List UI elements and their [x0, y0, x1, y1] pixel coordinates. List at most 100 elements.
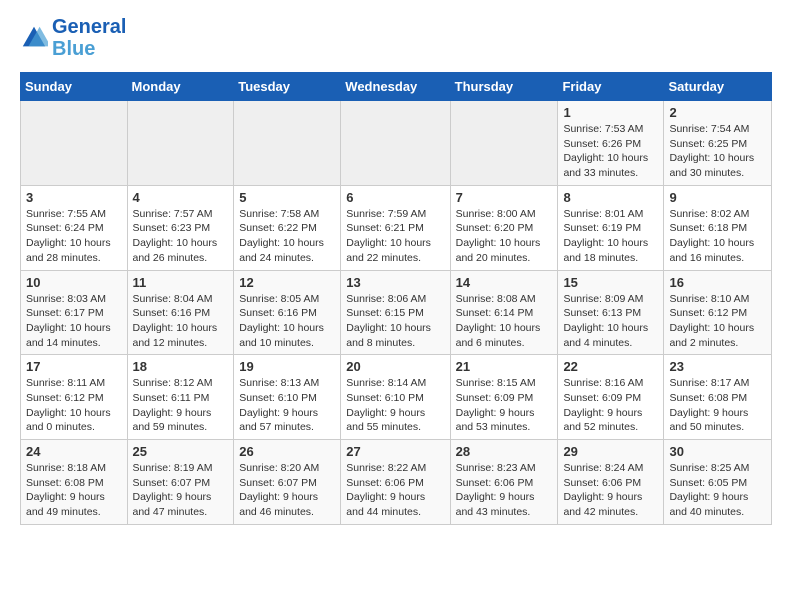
day-number: 20: [346, 359, 444, 374]
calendar-cell: 4 Sunrise: 7:57 AM Sunset: 6:23 PM Daylig…: [127, 185, 234, 270]
day-info: Sunrise: 8:15 AM Sunset: 6:09 PM Dayligh…: [456, 376, 553, 435]
calendar-cell: 23 Sunrise: 8:17 AM Sunset: 6:08 PM Dayli…: [664, 355, 772, 440]
day-number: 4: [133, 190, 229, 205]
day-number: 1: [563, 105, 658, 120]
day-info: Sunrise: 8:13 AM Sunset: 6:10 PM Dayligh…: [239, 376, 335, 435]
day-info: Sunrise: 8:01 AM Sunset: 6:19 PM Dayligh…: [563, 207, 658, 266]
day-number: 16: [669, 275, 766, 290]
week-row-2: 3Sunrise: 7:55 AM Sunset: 6:24 PM Daylig…: [21, 185, 772, 270]
day-info: Sunrise: 8:18 AM Sunset: 6:08 PM Dayligh…: [26, 461, 122, 520]
day-info: Sunrise: 7:58 AM Sunset: 6:22 PM Dayligh…: [239, 207, 335, 266]
calendar-cell: 27Sunrise: 8:22 AM Sunset: 6:06 PM Dayli…: [341, 440, 450, 525]
day-info: Sunrise: 8:04 AM Sunset: 6:16 PM Dayligh…: [133, 292, 229, 351]
weekday-tuesday: Tuesday: [234, 73, 341, 101]
day-number: 17: [26, 359, 122, 374]
day-info: Sunrise: 8:00 AM Sunset: 6:20 PM Dayligh…: [456, 207, 553, 266]
day-number: 24: [26, 444, 122, 459]
day-number: 28: [456, 444, 553, 459]
calendar-cell: 3Sunrise: 7:55 AM Sunset: 6:24 PM Daylig…: [21, 185, 128, 270]
day-number: 9: [669, 190, 766, 205]
calendar-cell: 13Sunrise: 8:06 AM Sunset: 6:15 PM Dayli…: [341, 270, 450, 355]
day-number: 10: [26, 275, 122, 290]
day-number: 19: [239, 359, 335, 374]
calendar-cell: 10 Sunrise: 8:03 AM Sunset: 6:17 PM Dayli…: [21, 270, 128, 355]
day-number: 18: [133, 359, 229, 374]
day-info: Sunrise: 8:10 AM Sunset: 6:12 PM Dayligh…: [669, 292, 766, 351]
day-info: Sunrise: 8:20 AM Sunset: 6:07 PM Dayligh…: [239, 461, 335, 520]
calendar-cell: 11 Sunrise: 8:04 AM Sunset: 6:16 PM Dayli…: [127, 270, 234, 355]
week-row-3: 10 Sunrise: 8:03 AM Sunset: 6:17 PM Dayli…: [21, 270, 772, 355]
weekday-header-row: SundayMondayTuesdayWednesdayThursdayFrid…: [21, 73, 772, 101]
day-info: Sunrise: 8:22 AM Sunset: 6:06 PM Dayligh…: [346, 461, 444, 520]
day-info: Sunrise: 8:05 AM Sunset: 6:16 PM Dayligh…: [239, 292, 335, 351]
day-info: Sunrise: 8:19 AM Sunset: 6:07 PM Dayligh…: [133, 461, 229, 520]
calendar-cell: 24 Sunrise: 8:18 AM Sunset: 6:08 PM Dayli…: [21, 440, 128, 525]
day-number: 3: [26, 190, 122, 205]
day-number: 25: [133, 444, 229, 459]
day-number: 6: [346, 190, 444, 205]
calendar-cell: [450, 101, 558, 186]
day-info: Sunrise: 8:24 AM Sunset: 6:06 PM Dayligh…: [563, 461, 658, 520]
weekday-thursday: Thursday: [450, 73, 558, 101]
day-info: Sunrise: 8:03 AM Sunset: 6:17 PM Dayligh…: [26, 292, 122, 351]
day-info: Sunrise: 8:11 AM Sunset: 6:12 PM Dayligh…: [26, 376, 122, 435]
day-info: Sunrise: 8:08 AM Sunset: 6:14 PM Dayligh…: [456, 292, 553, 351]
day-info: Sunrise: 8:09 AM Sunset: 6:13 PM Dayligh…: [563, 292, 658, 351]
calendar-cell: 21 Sunrise: 8:15 AM Sunset: 6:09 PM Dayli…: [450, 355, 558, 440]
day-number: 2: [669, 105, 766, 120]
calendar-cell: 1 Sunrise: 7:53 AM Sunset: 6:26 PM Daylig…: [558, 101, 664, 186]
calendar-cell: 25 Sunrise: 8:19 AM Sunset: 6:07 PM Dayli…: [127, 440, 234, 525]
weekday-friday: Friday: [558, 73, 664, 101]
day-info: Sunrise: 8:17 AM Sunset: 6:08 PM Dayligh…: [669, 376, 766, 435]
calendar-cell: 14 Sunrise: 8:08 AM Sunset: 6:14 PM Dayli…: [450, 270, 558, 355]
day-info: Sunrise: 8:25 AM Sunset: 6:05 PM Dayligh…: [669, 461, 766, 520]
weekday-monday: Monday: [127, 73, 234, 101]
calendar-cell: [21, 101, 128, 186]
day-info: Sunrise: 8:06 AM Sunset: 6:15 PM Dayligh…: [346, 292, 444, 351]
calendar-cell: 8 Sunrise: 8:01 AM Sunset: 6:19 PM Daylig…: [558, 185, 664, 270]
weekday-wednesday: Wednesday: [341, 73, 450, 101]
calendar-cell: 6 Sunrise: 7:59 AM Sunset: 6:21 PM Daylig…: [341, 185, 450, 270]
day-info: Sunrise: 8:12 AM Sunset: 6:11 PM Dayligh…: [133, 376, 229, 435]
day-info: Sunrise: 8:14 AM Sunset: 6:10 PM Dayligh…: [346, 376, 444, 435]
calendar-cell: 20 Sunrise: 8:14 AM Sunset: 6:10 PM Dayli…: [341, 355, 450, 440]
day-number: 7: [456, 190, 553, 205]
day-info: Sunrise: 7:57 AM Sunset: 6:23 PM Dayligh…: [133, 207, 229, 266]
calendar-cell: 16 Sunrise: 8:10 AM Sunset: 6:12 PM Dayli…: [664, 270, 772, 355]
page: General Blue SundayMondayTuesdayWednesda…: [0, 0, 792, 541]
calendar-cell: 18 Sunrise: 8:12 AM Sunset: 6:11 PM Dayli…: [127, 355, 234, 440]
week-row-5: 24 Sunrise: 8:18 AM Sunset: 6:08 PM Dayli…: [21, 440, 772, 525]
calendar-cell: 29 Sunrise: 8:24 AM Sunset: 6:06 PM Dayli…: [558, 440, 664, 525]
logo-text: General Blue: [52, 16, 126, 60]
calendar-cell: 9 Sunrise: 8:02 AM Sunset: 6:18 PM Daylig…: [664, 185, 772, 270]
weekday-saturday: Saturday: [664, 73, 772, 101]
day-info: Sunrise: 7:53 AM Sunset: 6:26 PM Dayligh…: [563, 122, 658, 181]
calendar-cell: 15 Sunrise: 8:09 AM Sunset: 6:13 PM Dayli…: [558, 270, 664, 355]
day-number: 29: [563, 444, 658, 459]
calendar-cell: 2 Sunrise: 7:54 AM Sunset: 6:25 PM Daylig…: [664, 101, 772, 186]
calendar-cell: 22Sunrise: 8:16 AM Sunset: 6:09 PM Dayli…: [558, 355, 664, 440]
calendar-cell: 30Sunrise: 8:25 AM Sunset: 6:05 PM Dayli…: [664, 440, 772, 525]
week-row-4: 17 Sunrise: 8:11 AM Sunset: 6:12 PM Dayli…: [21, 355, 772, 440]
day-number: 14: [456, 275, 553, 290]
calendar-cell: [127, 101, 234, 186]
day-number: 15: [563, 275, 658, 290]
logo-icon: [20, 24, 48, 52]
day-number: 5: [239, 190, 335, 205]
day-info: Sunrise: 8:23 AM Sunset: 6:06 PM Dayligh…: [456, 461, 553, 520]
calendar-cell: 7 Sunrise: 8:00 AM Sunset: 6:20 PM Daylig…: [450, 185, 558, 270]
day-number: 11: [133, 275, 229, 290]
day-info: Sunrise: 7:59 AM Sunset: 6:21 PM Dayligh…: [346, 207, 444, 266]
calendar-cell: [341, 101, 450, 186]
day-number: 21: [456, 359, 553, 374]
day-info: Sunrise: 8:02 AM Sunset: 6:18 PM Dayligh…: [669, 207, 766, 266]
day-number: 8: [563, 190, 658, 205]
day-info: Sunrise: 7:54 AM Sunset: 6:25 PM Dayligh…: [669, 122, 766, 181]
calendar-cell: 12 Sunrise: 8:05 AM Sunset: 6:16 PM Dayli…: [234, 270, 341, 355]
calendar-cell: 26Sunrise: 8:20 AM Sunset: 6:07 PM Dayli…: [234, 440, 341, 525]
week-row-1: 1 Sunrise: 7:53 AM Sunset: 6:26 PM Daylig…: [21, 101, 772, 186]
day-number: 23: [669, 359, 766, 374]
day-info: Sunrise: 8:16 AM Sunset: 6:09 PM Dayligh…: [563, 376, 658, 435]
day-number: 12: [239, 275, 335, 290]
calendar-table: SundayMondayTuesdayWednesdayThursdayFrid…: [20, 72, 772, 525]
